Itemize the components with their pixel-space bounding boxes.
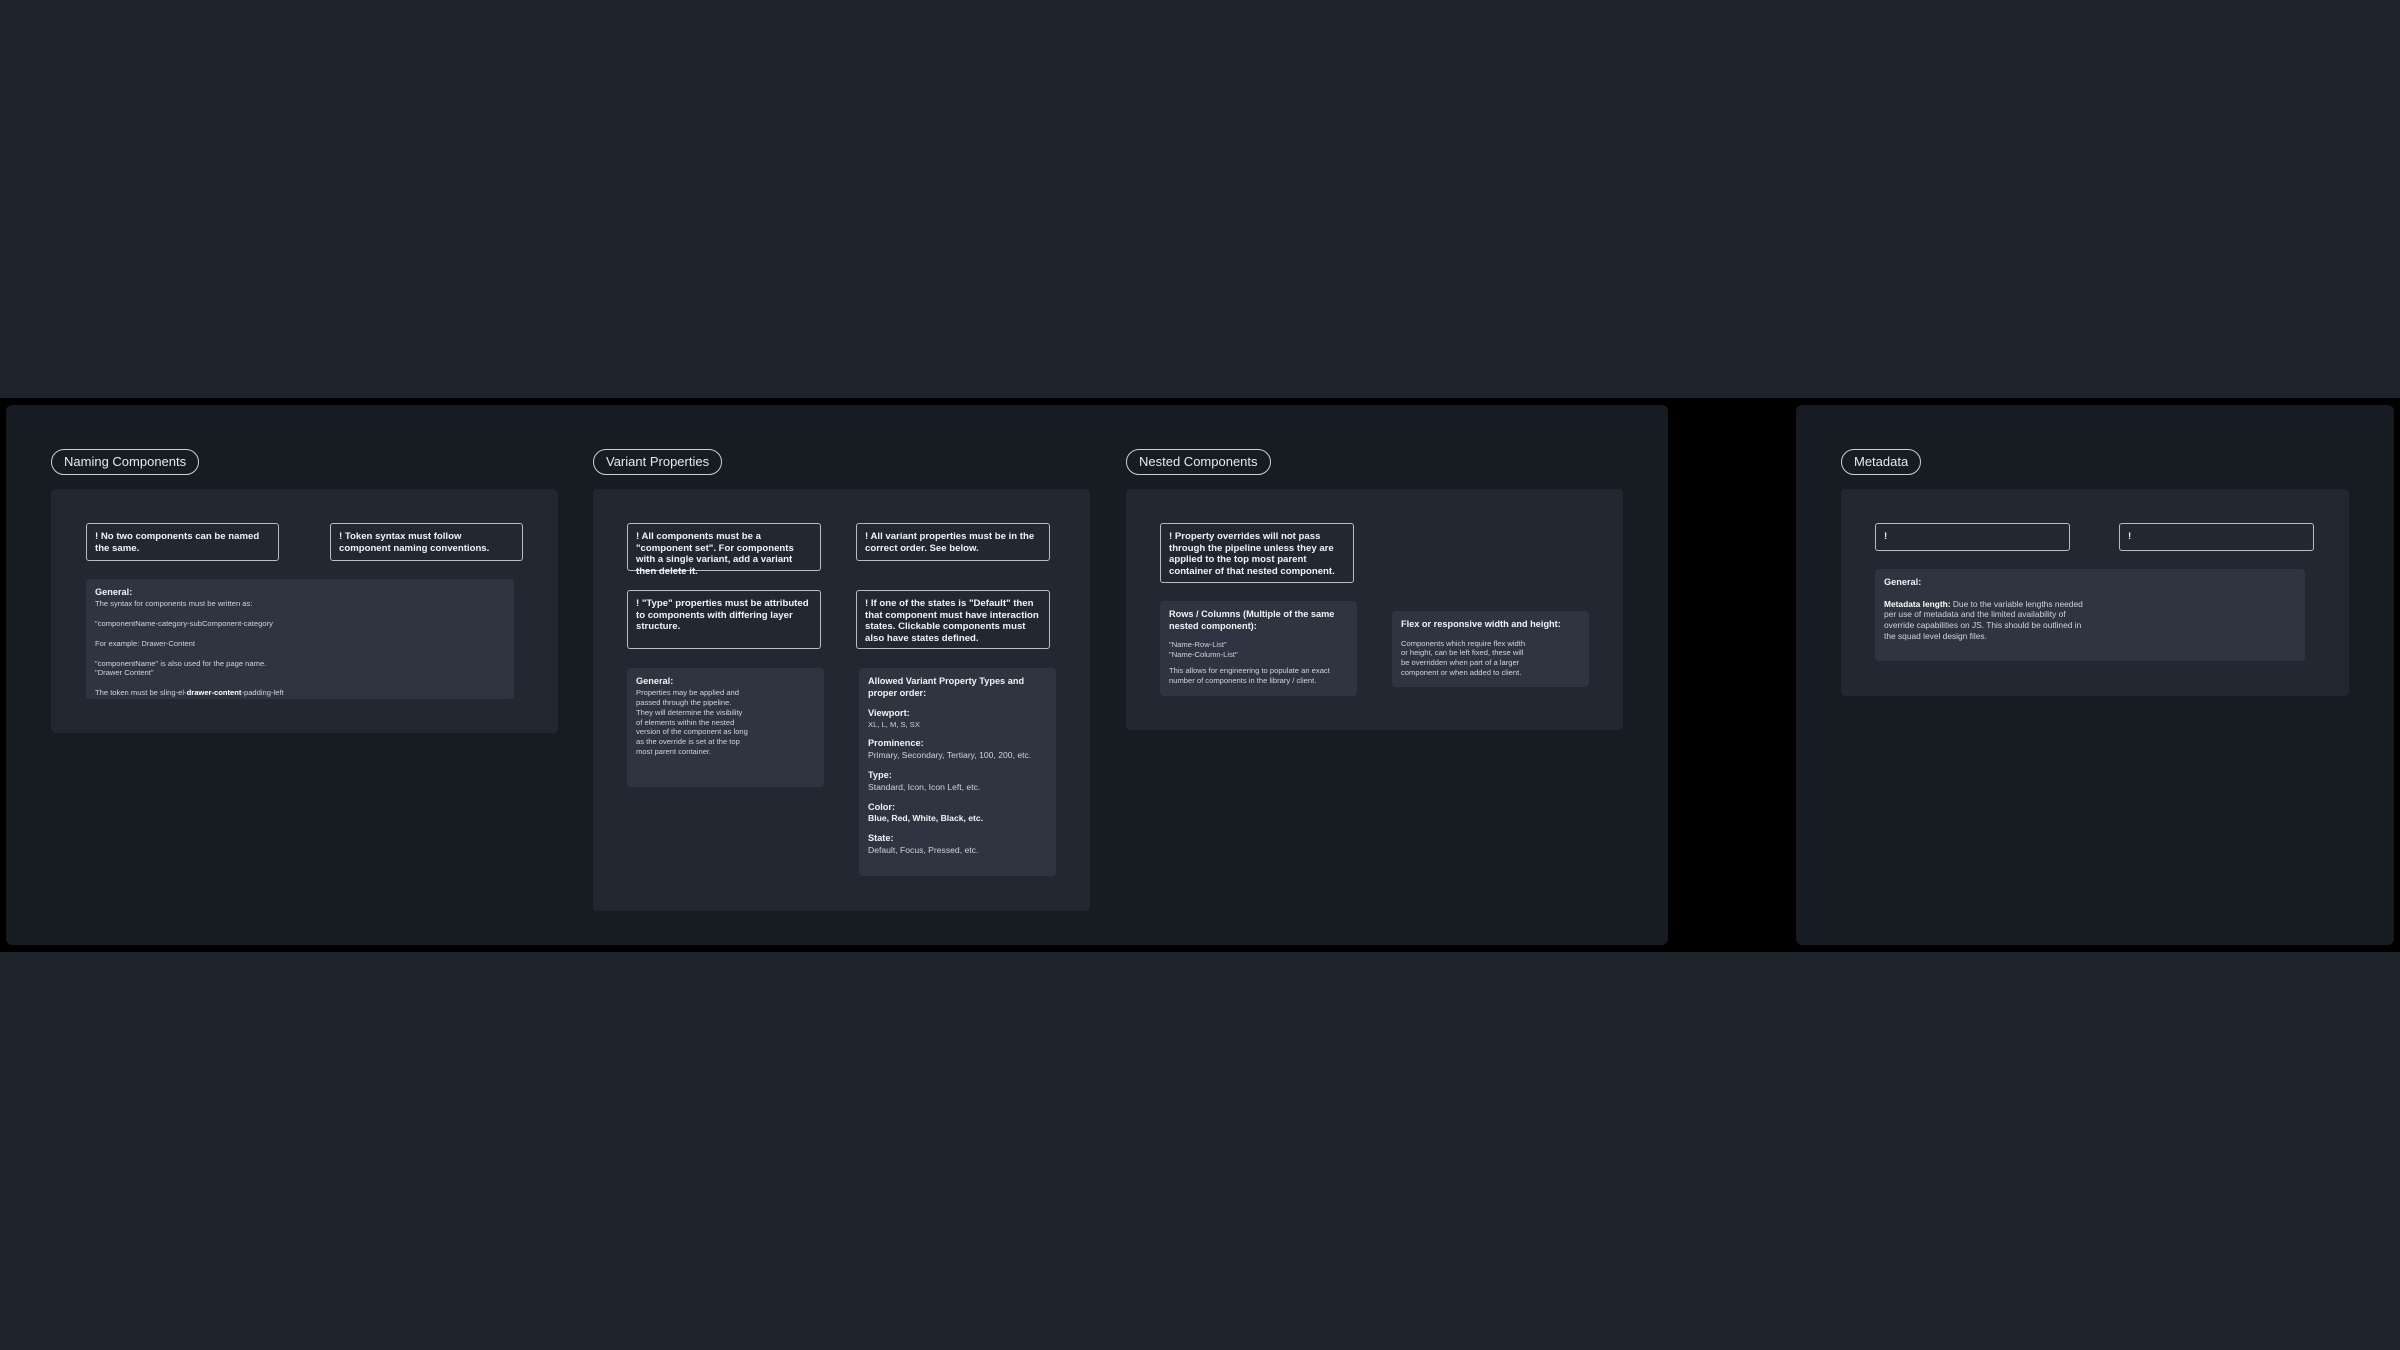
property-color: Color: Blue, Red, White, Black, etc. xyxy=(868,801,984,824)
token-example: The token must be sling-el-drawer-conten… xyxy=(95,688,284,698)
rule-default-states: ! If one of the states is "Default" then… xyxy=(856,590,1050,649)
rule-property-overrides: ! Property overrides will not pass throu… xyxy=(1160,523,1354,583)
variant-general-heading: General: xyxy=(636,676,674,686)
flex-heading: Flex or responsive width and height: xyxy=(1401,619,1561,629)
rule-property-order: ! All variant properties must be in the … xyxy=(856,523,1050,561)
rule-unique-names: ! No two components can be named the sam… xyxy=(86,523,279,561)
naming-line: "componentName-category-subComponent-cat… xyxy=(95,618,273,628)
metadata-rule-2: ! xyxy=(2119,523,2314,551)
property-state: State: Default, Focus, Pressed, etc. xyxy=(868,833,979,855)
flex-text: Components which require flex width or h… xyxy=(1401,638,1526,678)
naming-general-note: General: The syntax for components must … xyxy=(86,579,514,699)
rows-columns-note: Rows / Columns (Multiple of the same nes… xyxy=(1160,601,1357,696)
property-type: Type: Standard, Icon, Icon Left, etc. xyxy=(868,770,981,792)
allowed-types-heading: Allowed Variant Property Types and prope… xyxy=(868,676,1025,698)
variant-general-note: General: Properties may be applied and p… xyxy=(627,668,824,787)
naming-line: "componentName" is also used for the pag… xyxy=(95,658,267,668)
property-viewport: Viewport: XL, L, M, S, SX xyxy=(868,708,920,729)
variant-general-text: Properties may be applied and passed thr… xyxy=(636,687,748,757)
rule-token-syntax: ! Token syntax must follow component nam… xyxy=(330,523,523,561)
rows-text: This allows for engineering to populate … xyxy=(1169,665,1330,685)
naming-line: The syntax for components must be writte… xyxy=(95,598,253,608)
section-label-variant[interactable]: Variant Properties xyxy=(593,449,723,475)
rows-name-2: "Name-Column-List" xyxy=(1169,649,1238,659)
rows-columns-heading: Rows / Columns (Multiple of the same nes… xyxy=(1169,609,1335,631)
section-label-naming[interactable]: Naming Components xyxy=(51,449,200,475)
rule-component-set: ! All components must be a "component se… xyxy=(627,523,821,577)
flex-note: Flex or responsive width and height: Com… xyxy=(1392,611,1589,687)
metadata-general-note: General: Metadata length: Due to the var… xyxy=(1875,569,2305,661)
metadata-general-heading: General: xyxy=(1884,577,1922,587)
rule-type-properties: ! "Type" properties must be attributed t… xyxy=(627,590,821,649)
section-label-metadata[interactable]: Metadata xyxy=(1841,449,1922,475)
rows-name-1: "Name-Row-List" xyxy=(1169,640,1227,649)
allowed-types-note: Allowed Variant Property Types and prope… xyxy=(859,668,1056,876)
naming-line: "Drawer Content" xyxy=(95,668,154,678)
metadata-length-text: Metadata length: Due to the variable len… xyxy=(1884,598,2083,642)
naming-general-heading: General: xyxy=(95,587,133,597)
property-prominence: Prominence: Primary, Secondary, Tertiary… xyxy=(868,738,1032,760)
naming-line: For example: Drawer-Content xyxy=(95,638,196,648)
section-label-nested[interactable]: Nested Components xyxy=(1126,449,1271,475)
metadata-rule-1: ! xyxy=(1875,523,2070,551)
